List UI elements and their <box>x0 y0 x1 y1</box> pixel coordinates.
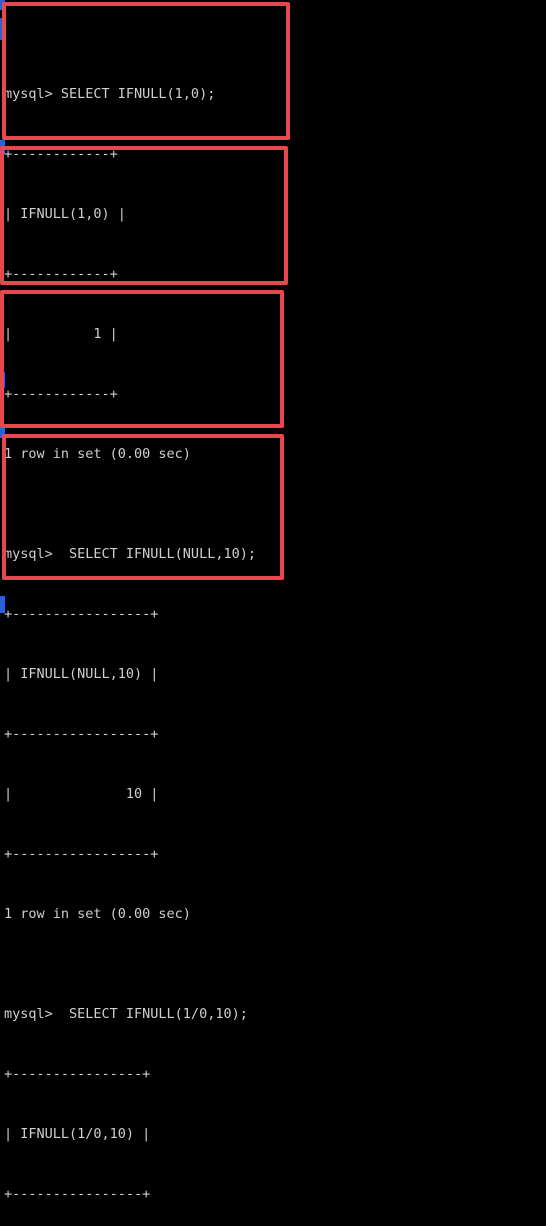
table-header-row: | IFNULL(1,0) | <box>4 206 126 222</box>
table-header-row: | IFNULL(NULL,10) | <box>4 666 159 682</box>
table-border-mid: +------------+ <box>4 266 118 282</box>
command-line: mysql> SELECT IFNULL(NULL,10); <box>4 546 256 562</box>
status-line: 1 row in set (0.00 sec) <box>4 446 191 462</box>
table-header-row: | IFNULL(1/0,10) | <box>4 1126 151 1142</box>
command-line: mysql> SELECT IFNULL(1/0,10); <box>4 1006 248 1022</box>
table-border-mid: +----------------+ <box>4 1186 151 1202</box>
console-output[interactable]: mysql> SELECT IFNULL(1,0); +------------… <box>4 4 544 1226</box>
table-border-mid: +-----------------+ <box>4 726 159 742</box>
command-line: mysql> SELECT IFNULL(1,0); <box>4 86 216 102</box>
table-border-bottom: +-----------------+ <box>4 846 159 862</box>
table-border-bottom: +------------+ <box>4 386 118 402</box>
mysql-terminal-window[interactable]: mysql> SELECT IFNULL(1,0); +------------… <box>0 0 546 1202</box>
table-border-top: +------------+ <box>4 146 118 162</box>
table-value-row: | 1 | <box>4 326 118 342</box>
table-border-top: +-----------------+ <box>4 606 159 622</box>
table-value-row: | 10 | <box>4 786 159 802</box>
status-line: 1 row in set (0.00 sec) <box>4 906 191 922</box>
table-border-top: +----------------+ <box>4 1066 151 1082</box>
